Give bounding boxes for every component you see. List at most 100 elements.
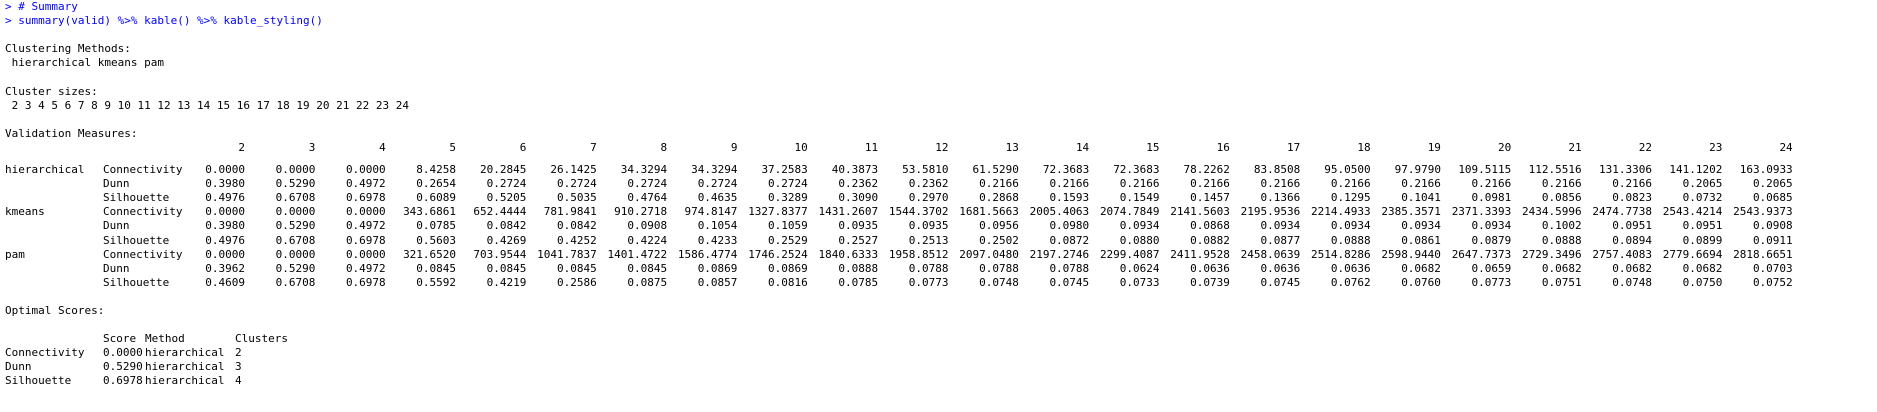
table-cell: 83.8508 [1253,163,1301,177]
table-cell: 0.6089 [416,191,457,205]
table-cell: 0.5205 [486,191,527,205]
table-cell: 0.2065 [1682,177,1723,191]
table-cell: 0.0875 [627,275,668,289]
table-cell: 0.0682 [1682,261,1723,275]
table-row: Dunn 0.3962 0.5290 0.4972 0.0845 0.0845 0.0845… [5,262,1871,276]
table-cell: 0.0788 [908,261,949,275]
table-cell: 72.3683 [1042,163,1090,177]
table-cell: 2385.3571 [1381,205,1441,219]
table-row: Connectivity 0.0000 hierarchical 2 [5,346,1871,360]
table-cell: 0.2166 [1330,177,1371,191]
table-row: hierarchical Connectivity 0.0000 0.0000 0.00… [5,163,1871,177]
table-cell: 0.0934 [1260,219,1301,233]
table-cell: 0.0856 [1541,191,1582,205]
table-cell: 2411.9528 [1170,247,1230,261]
table-cell: 0.0682 [1612,261,1652,275]
table-cell: 1041.7837 [537,247,597,261]
table-cell: 1401.4722 [607,247,668,261]
table-cell: 0.2724 [697,177,738,191]
table-cell: 0.0934 [1471,219,1512,233]
table-cell: 0.0869 [697,261,738,275]
table-cell: 0.2724 [486,177,527,191]
cluster-sizes-value: 2 3 4 5 6 7 8 9 10 11 12 13 14 15 16 17 … [11,98,409,112]
table-cell: 0.0872 [1049,233,1090,247]
table-cell: 974.8147 [684,205,738,219]
row-measure-label: Dunn [103,177,130,191]
table-cell: 0.2724 [557,177,597,191]
column-header: 24 [1779,140,1793,154]
table-cell: 0.2586 [557,275,597,289]
table-cell: 1840.6333 [818,247,879,261]
table-cell: 0.5290 [275,219,316,233]
table-cell: 0.1549 [1119,191,1160,205]
row-measure-label: Connectivity [103,247,183,261]
table-cell: 2197.2746 [1029,247,1090,261]
table-cell: 0.1295 [1330,191,1371,205]
table-cell: 0.0682 [1401,261,1441,275]
table-cell: 0.6978 [103,374,143,388]
table-cell: 0.0000 [345,247,386,261]
row-measure-label: Silhouette [103,275,170,289]
table-cell: 0.0935 [908,219,949,233]
table-cell: 0.1002 [1541,219,1582,233]
table-cell: 0.2166 [1260,177,1301,191]
table-cell: 112.5516 [1528,163,1582,177]
table-cell: 0.0000 [275,205,316,219]
column-header: 13 [1005,140,1019,154]
table-cell: 0.5592 [416,275,457,289]
table-cell: 0.0624 [1119,261,1160,275]
table-cell: 0.0773 [908,275,949,289]
table-cell: 0.0000 [205,205,245,219]
table-cell: hierarchical [145,346,225,360]
table-cell: 2458.0639 [1240,247,1301,261]
table-cell: 0.3090 [838,191,879,205]
table-cell: 0.0868 [1190,219,1230,233]
table-cell: 1681.5663 [959,205,1019,219]
table-cell: 0.4233 [697,233,738,247]
table-cell: 0.0842 [486,219,527,233]
table-cell: 0.0908 [627,219,668,233]
optimal-header-row: Score Method Clusters [5,332,1871,346]
table-cell: 0.2868 [979,191,1019,205]
row-measure-label: Connectivity [103,163,183,177]
table-cell: 0.0000 [345,163,386,177]
table-cell: 0.0899 [1682,233,1723,247]
table-cell: 0.0739 [1190,275,1230,289]
table-cell: 0.2529 [768,233,808,247]
table-cell: 0.0000 [103,346,143,360]
column-header: Score [103,332,137,346]
validation-measures-table: 2 3 4 5 6 7 8 9 10 11 12 13 14 15 16 17 18 19 20 21 22 23 24 hi… [5,141,1871,290]
table-cell: 0.0877 [1260,233,1301,247]
table-row: Dunn 0.3980 0.5290 0.4972 0.2654 0.2724 0.2724… [5,177,1871,191]
table-cell: 0.0980 [1049,219,1090,233]
table-cell: 141.1202 [1669,163,1723,177]
column-header: 7 [590,140,597,154]
table-cell: 0.0857 [697,275,738,289]
table-cell: 0.6708 [275,191,316,205]
column-header: 12 [935,140,949,154]
table-row: Dunn 0.5290 hierarchical 3 [5,360,1871,374]
table-cell: 0.2166 [1541,177,1582,191]
r-console-output[interactable]: > # Summary > summary(valid) %>% kable()… [5,0,1871,389]
table-cell: 0.4976 [205,233,245,247]
table-cell: 163.0933 [1739,163,1793,177]
table-cell: 0.0951 [1682,219,1723,233]
table-cell: 0.0762 [1330,275,1371,289]
table-cell: 0.0888 [1541,233,1582,247]
table-cell: 0.2970 [908,191,949,205]
table-cell: 4 [235,374,242,388]
table-cell: 781.9841 [543,205,597,219]
table-cell: 2371.3393 [1451,205,1512,219]
row-group-label: kmeans [5,205,45,219]
row-measure-label: Silhouette [5,374,72,388]
table-cell: hierarchical [145,360,225,374]
table-cell: 2195.9536 [1240,205,1301,219]
row-measure-label: Connectivity [5,346,85,360]
column-header: 2 [238,140,245,154]
column-header: Method [145,332,185,346]
table-cell: 0.0869 [768,261,808,275]
table-cell: 0.2166 [1612,177,1652,191]
table-cell: 0.0888 [838,261,879,275]
table-cell: 0.0732 [1682,191,1723,205]
table-cell: 0.0842 [557,219,597,233]
